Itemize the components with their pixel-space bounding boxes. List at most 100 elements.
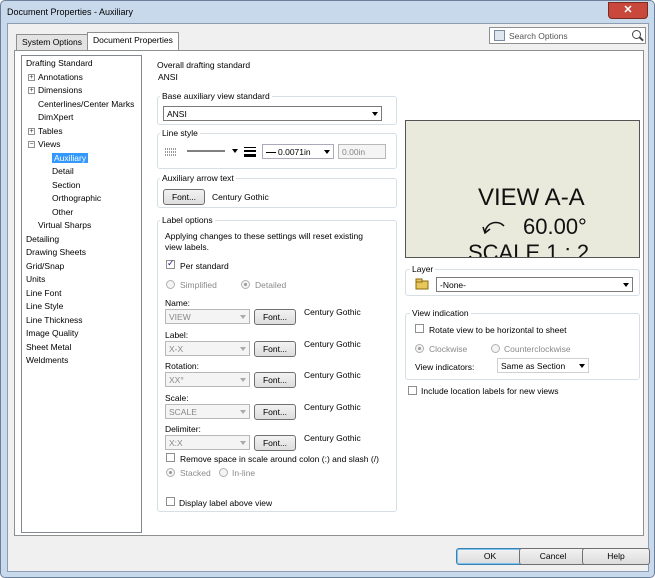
options-tree[interactable]: Drafting Standard + Annotations + Dimensions…	[21, 55, 142, 533]
line-style-select[interactable]	[184, 144, 238, 159]
help-button[interactable]: Help	[582, 548, 650, 565]
tree-item[interactable]: Auxiliary	[52, 152, 89, 164]
tab-system-options[interactable]: System Options	[16, 34, 88, 50]
tree-item-label: Grid/Snap	[26, 260, 65, 271]
line-style-group: Line style 0.0071in 0.00in	[157, 128, 397, 169]
per-standard-checkbox[interactable]	[166, 258, 175, 269]
tree-item[interactable]: Virtual Sharps	[28, 220, 91, 231]
tree-item[interactable]: Drawing Sheets	[26, 247, 86, 258]
label-row-font-name: Century Gothic	[304, 307, 361, 317]
expander-icon[interactable]: +	[28, 73, 35, 81]
view-indicators-value: Same as Section	[501, 361, 566, 371]
label-row-select[interactable]: VIEW	[165, 309, 250, 324]
tree-item-label: Tables	[38, 125, 63, 136]
search-box[interactable]: Search Options	[489, 27, 646, 44]
label-row-font-button[interactable]: Font...	[254, 309, 296, 325]
tree-item-label: Sheet Metal	[26, 341, 72, 352]
label-row-font-button[interactable]: Font...	[254, 340, 296, 357]
title-bar[interactable]: Document Properties - Auxiliary ✕	[1, 1, 654, 23]
label-row-value: SCALE	[169, 406, 197, 417]
base-standard-title: Base auxiliary view standard	[160, 91, 272, 101]
view-indicators-select[interactable]: Same as Section	[497, 358, 589, 373]
chevron-down-icon	[324, 150, 330, 154]
magnifier-icon[interactable]	[632, 30, 641, 39]
overall-standard-value: ANSI	[158, 72, 178, 82]
layer-select[interactable]: -None-	[436, 277, 633, 292]
counterclockwise-radio[interactable]	[491, 344, 500, 353]
remove-space-label: Remove space in scale around colon (:) a…	[180, 454, 379, 464]
label-row-font-button[interactable]: Font...	[254, 372, 296, 388]
label-row-font-name: Century Gothic	[304, 401, 361, 412]
custom-thickness-input[interactable]: 0.00in	[338, 144, 386, 159]
close-button[interactable]: ✕	[608, 2, 648, 19]
tree-item[interactable]: Drafting Standard	[26, 58, 93, 69]
tree-item[interactable]: Line Font	[26, 288, 61, 299]
tree-item[interactable]: Line Thickness	[26, 315, 83, 326]
view-indication-title: View indication	[410, 308, 471, 318]
base-standard-select[interactable]: ANSI	[163, 106, 382, 121]
tree-item[interactable]: Sheet Metal	[26, 342, 71, 353]
expander-icon[interactable]: +	[28, 87, 35, 95]
tree-item[interactable]: Section	[52, 180, 80, 191]
ok-button[interactable]: OK	[456, 548, 524, 565]
stacked-radio[interactable]	[166, 468, 175, 477]
label-row-value: X:X	[169, 438, 183, 448]
tab-document-properties[interactable]: Document Properties	[87, 32, 179, 50]
tree-item[interactable]: Line Style	[26, 301, 63, 312]
label-row-font-button[interactable]: Font...	[254, 435, 296, 451]
chevron-down-icon	[240, 315, 246, 319]
label-options-group: Label options Applying changes to these …	[157, 215, 397, 512]
label-row-select[interactable]: X-X	[165, 340, 250, 356]
tree-item[interactable]: + Dimensions	[28, 85, 82, 96]
label-row-select[interactable]: SCALE	[165, 403, 250, 419]
chevron-down-icon	[240, 378, 246, 382]
tree-item[interactable]: − Views	[28, 139, 61, 150]
label-row-caption: Delimiter:	[165, 424, 201, 434]
include-location-checkbox[interactable]	[408, 386, 417, 395]
tree-item[interactable]: Orthographic	[52, 193, 101, 204]
label-row-caption: Scale:	[165, 392, 189, 403]
chevron-down-icon	[579, 364, 585, 368]
tree-item-label: Units	[26, 274, 46, 284]
tree-item[interactable]: + Annotations	[28, 72, 83, 83]
tree-item-label: Virtual Sharps	[38, 220, 92, 230]
arrow-text-title: Auxiliary arrow text	[160, 173, 236, 183]
tree-item[interactable]: Detailing	[26, 234, 59, 245]
tree-item[interactable]: Units	[26, 274, 45, 285]
tree-item-label: Drafting Standard	[26, 58, 93, 68]
expander-icon[interactable]: −	[28, 141, 35, 149]
tree-item[interactable]: + Tables	[28, 126, 63, 137]
label-row-font-name: Century Gothic	[304, 433, 361, 443]
tree-item-label: Drawing Sheets	[26, 247, 87, 257]
rotation-arrow-icon	[482, 221, 505, 234]
tree-item[interactable]: Other	[52, 207, 73, 218]
tree-item[interactable]: Grid/Snap	[26, 261, 64, 272]
clockwise-radio[interactable]	[415, 344, 424, 353]
arrow-text-font-button[interactable]: Font...	[163, 189, 205, 205]
expander-icon[interactable]: +	[28, 127, 35, 135]
line-thickness-icon	[244, 147, 256, 157]
simplified-radio[interactable]	[166, 280, 175, 289]
inline-radio[interactable]	[219, 468, 228, 477]
search-input[interactable]: Search Options	[509, 31, 568, 41]
tree-item-label: Detailing	[26, 233, 60, 244]
tree-item[interactable]: Detail	[52, 166, 74, 177]
tree-item[interactable]: Centerlines/Center Marks	[28, 99, 134, 110]
tree-item[interactable]: DimXpert	[28, 112, 73, 123]
preview-rotation-label: 60.00°	[523, 214, 587, 239]
cancel-button[interactable]: Cancel	[519, 548, 587, 565]
label-row-font-button[interactable]: Font...	[254, 403, 296, 420]
tree-item-label: Dimensions	[38, 85, 83, 95]
label-row-select[interactable]: XX°	[165, 372, 250, 387]
detailed-radio[interactable]	[241, 280, 250, 289]
rotate-view-checkbox[interactable]	[415, 324, 424, 333]
tree-item[interactable]: Image Quality	[26, 328, 78, 339]
tree-item-label: Orthographic	[52, 193, 102, 203]
label-options-note: Applying changes to these settings will …	[165, 231, 363, 252]
remove-space-checkbox[interactable]	[166, 453, 175, 462]
line-thickness-select[interactable]: 0.0071in	[262, 144, 334, 159]
base-standard-value: ANSI	[167, 109, 187, 119]
tree-item[interactable]: Weldments	[26, 355, 68, 366]
display-above-checkbox[interactable]	[166, 497, 175, 506]
label-row-select[interactable]: X:X	[165, 435, 250, 450]
